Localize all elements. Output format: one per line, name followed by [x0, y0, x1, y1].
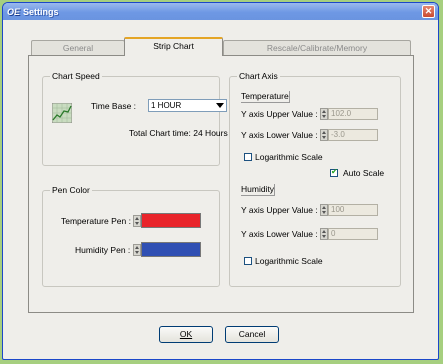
temp-upper-label: Y axis Upper Value :: [241, 109, 318, 119]
hum-lower-label: Y axis Lower Value :: [241, 229, 318, 239]
time-base-value: 1 HOUR: [151, 101, 182, 110]
chart-speed-group: Chart Speed Time Base : 1 HOUR Total Cha…: [42, 71, 228, 166]
tab-rescale-calibrate-memory[interactable]: Rescale/Calibrate/Memory: [223, 40, 411, 55]
window-title: Settings: [23, 6, 59, 17]
humidity-section-label: Humidity: [241, 184, 276, 196]
ok-button[interactable]: OK: [159, 326, 213, 343]
hum-lower-input[interactable]: 0: [328, 228, 378, 240]
hum-upper-input[interactable]: 100: [328, 204, 378, 216]
humidity-pen-color[interactable]: [141, 242, 201, 257]
hum-log-scale-checkbox[interactable]: [244, 257, 252, 265]
chevron-down-icon[interactable]: [214, 100, 226, 111]
temp-lower-label: Y axis Lower Value :: [241, 130, 318, 140]
auto-scale-checkbox[interactable]: [330, 167, 338, 177]
hum-log-scale-label: Logarithmic Scale: [255, 256, 323, 266]
strip-chart-panel: Chart Speed Time Base : 1 HOUR Total Cha…: [28, 55, 414, 313]
temp-lower-spinner[interactable]: [320, 129, 328, 141]
total-chart-time: Total Chart time: 24 Hours: [129, 128, 228, 138]
ok-button-label: OK: [179, 329, 193, 339]
temperature-pen-spinner[interactable]: [133, 215, 141, 227]
tab-general[interactable]: General: [31, 40, 125, 55]
chart-icon: [52, 103, 72, 123]
temp-upper-spinner[interactable]: [320, 108, 328, 120]
temp-log-scale-label: Logarithmic Scale: [255, 152, 323, 162]
hum-upper-spinner[interactable]: [320, 204, 328, 216]
title-bar: OE Settings ✕: [3, 3, 438, 20]
humidity-pen-spinner[interactable]: [133, 244, 141, 256]
humidity-pen-label: Humidity Pen :: [75, 245, 131, 255]
cancel-button[interactable]: Cancel: [225, 326, 279, 343]
hum-lower-spinner[interactable]: [320, 228, 328, 240]
app-logo-icon: OE: [7, 6, 21, 17]
cancel-button-label: Cancel: [238, 329, 266, 339]
auto-scale-label: Auto Scale: [343, 168, 385, 178]
pen-color-group: Pen Color Temperature Pen : Humidity Pen…: [42, 185, 220, 287]
temp-upper-input[interactable]: 102.0: [328, 108, 378, 120]
temperature-pen-color[interactable]: [141, 213, 201, 228]
close-button[interactable]: ✕: [422, 5, 435, 18]
settings-dialog: OE Settings ✕ General Strip Chart Rescal…: [2, 2, 439, 360]
hum-upper-label: Y axis Upper Value :: [241, 205, 318, 215]
tab-strip-chart[interactable]: Strip Chart: [124, 37, 223, 56]
pen-color-label: Pen Color: [50, 185, 92, 196]
chart-speed-label: Chart Speed: [50, 71, 102, 82]
temperature-pen-label: Temperature Pen :: [61, 216, 131, 226]
chart-axis-group: Chart Axis Temperature Y axis Upper Valu…: [229, 71, 401, 287]
time-base-label: Time Base :: [91, 101, 137, 111]
temperature-section-label: Temperature: [241, 91, 290, 103]
temp-lower-input[interactable]: -3.0: [328, 129, 378, 141]
time-base-select[interactable]: 1 HOUR: [148, 99, 227, 112]
chart-axis-label: Chart Axis: [237, 71, 280, 82]
temp-log-scale-checkbox[interactable]: [244, 153, 252, 161]
